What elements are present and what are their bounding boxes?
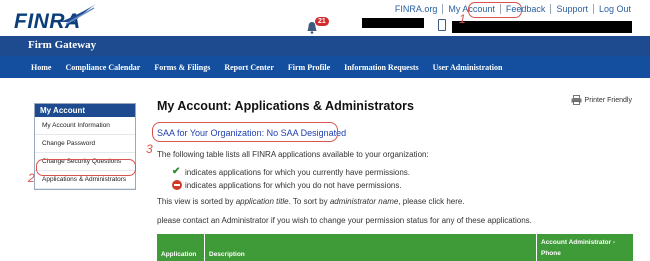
legend-not-text: indicates applications for which you do … — [185, 180, 402, 190]
nav-firm-profile[interactable]: Firm Profile — [281, 63, 337, 72]
notifications-button[interactable]: 21 — [306, 17, 332, 35]
device-icon[interactable] — [438, 19, 446, 31]
page-title: My Account: Applications & Administrator… — [157, 99, 414, 113]
account-sidebar: My Account My Account Information Change… — [34, 103, 136, 190]
main-nav: Home Compliance Calendar Forms & Filings… — [0, 56, 650, 78]
finra-org-link[interactable]: FINRA.org — [390, 4, 443, 14]
column-header-description[interactable]: Description — [205, 234, 537, 261]
highlight-saa-designation — [152, 122, 338, 142]
table-description: The following table lists all FINRA appl… — [157, 150, 429, 159]
legend-have-permissions: ✔ indicates applications for which you c… — [172, 167, 410, 177]
no-entry-icon — [172, 180, 182, 190]
sort-field-title: application title — [235, 197, 289, 206]
nav-user-administration[interactable]: User Administration — [426, 63, 510, 72]
sort-instructions: This view is sorted by application title… — [157, 197, 465, 206]
sort-mid: . To sort by — [288, 197, 330, 206]
sort-by-admin-link[interactable]: , please click here. — [398, 197, 464, 206]
applications-table-header: Application Description Account Administ… — [157, 234, 633, 261]
step-number-2: 2 — [28, 171, 35, 185]
highlight-my-account — [468, 2, 522, 18]
nav-information-requests[interactable]: Information Requests — [337, 63, 425, 72]
sidebar-item-my-account-information[interactable]: My Account Information — [35, 117, 135, 135]
legend-have-text: indicates applications for which you cur… — [185, 167, 410, 177]
printer-friendly-label: Printer Friendly — [584, 96, 632, 104]
nav-compliance-calendar[interactable]: Compliance Calendar — [58, 63, 147, 72]
column-header-application[interactable]: Application — [157, 234, 205, 261]
support-link[interactable]: Support — [551, 4, 593, 14]
sidebar-item-change-password[interactable]: Change Password — [35, 135, 135, 153]
printer-icon — [571, 95, 582, 105]
step-number-1: 1 — [459, 12, 466, 26]
sort-prefix: This view is sorted by — [157, 197, 236, 206]
check-icon: ✔ — [172, 166, 181, 177]
column-header-account-administrator[interactable]: Account Administrator - Phone — [537, 234, 633, 261]
nav-home[interactable]: Home — [24, 63, 58, 72]
top-bar: FINRA FINRA.org My Account Feedback Supp… — [0, 0, 650, 36]
redacted-firm-name — [452, 21, 632, 33]
sidebar-title: My Account — [35, 104, 135, 117]
printer-friendly-link[interactable]: Printer Friendly — [571, 95, 632, 105]
step-number-3: 3 — [146, 142, 153, 156]
banner: Firm Gateway — [0, 36, 650, 56]
sort-field-admin: administrator name — [329, 197, 399, 206]
finra-logo[interactable]: FINRA — [14, 4, 124, 34]
logout-link[interactable]: Log Out — [594, 4, 636, 14]
highlight-applications-administrators — [36, 159, 136, 176]
notification-count-badge: 21 — [315, 17, 329, 26]
logo-swoosh-icon — [60, 4, 96, 25]
nav-report-center[interactable]: Report Center — [217, 63, 281, 72]
legend-no-permissions: indicates applications for which you do … — [172, 180, 402, 190]
banner-title: Firm Gateway — [28, 39, 97, 51]
contact-admin-text: please contact an Administrator if you w… — [157, 216, 532, 225]
redacted-user-name — [362, 18, 424, 28]
nav-forms-filings[interactable]: Forms & Filings — [147, 63, 217, 72]
